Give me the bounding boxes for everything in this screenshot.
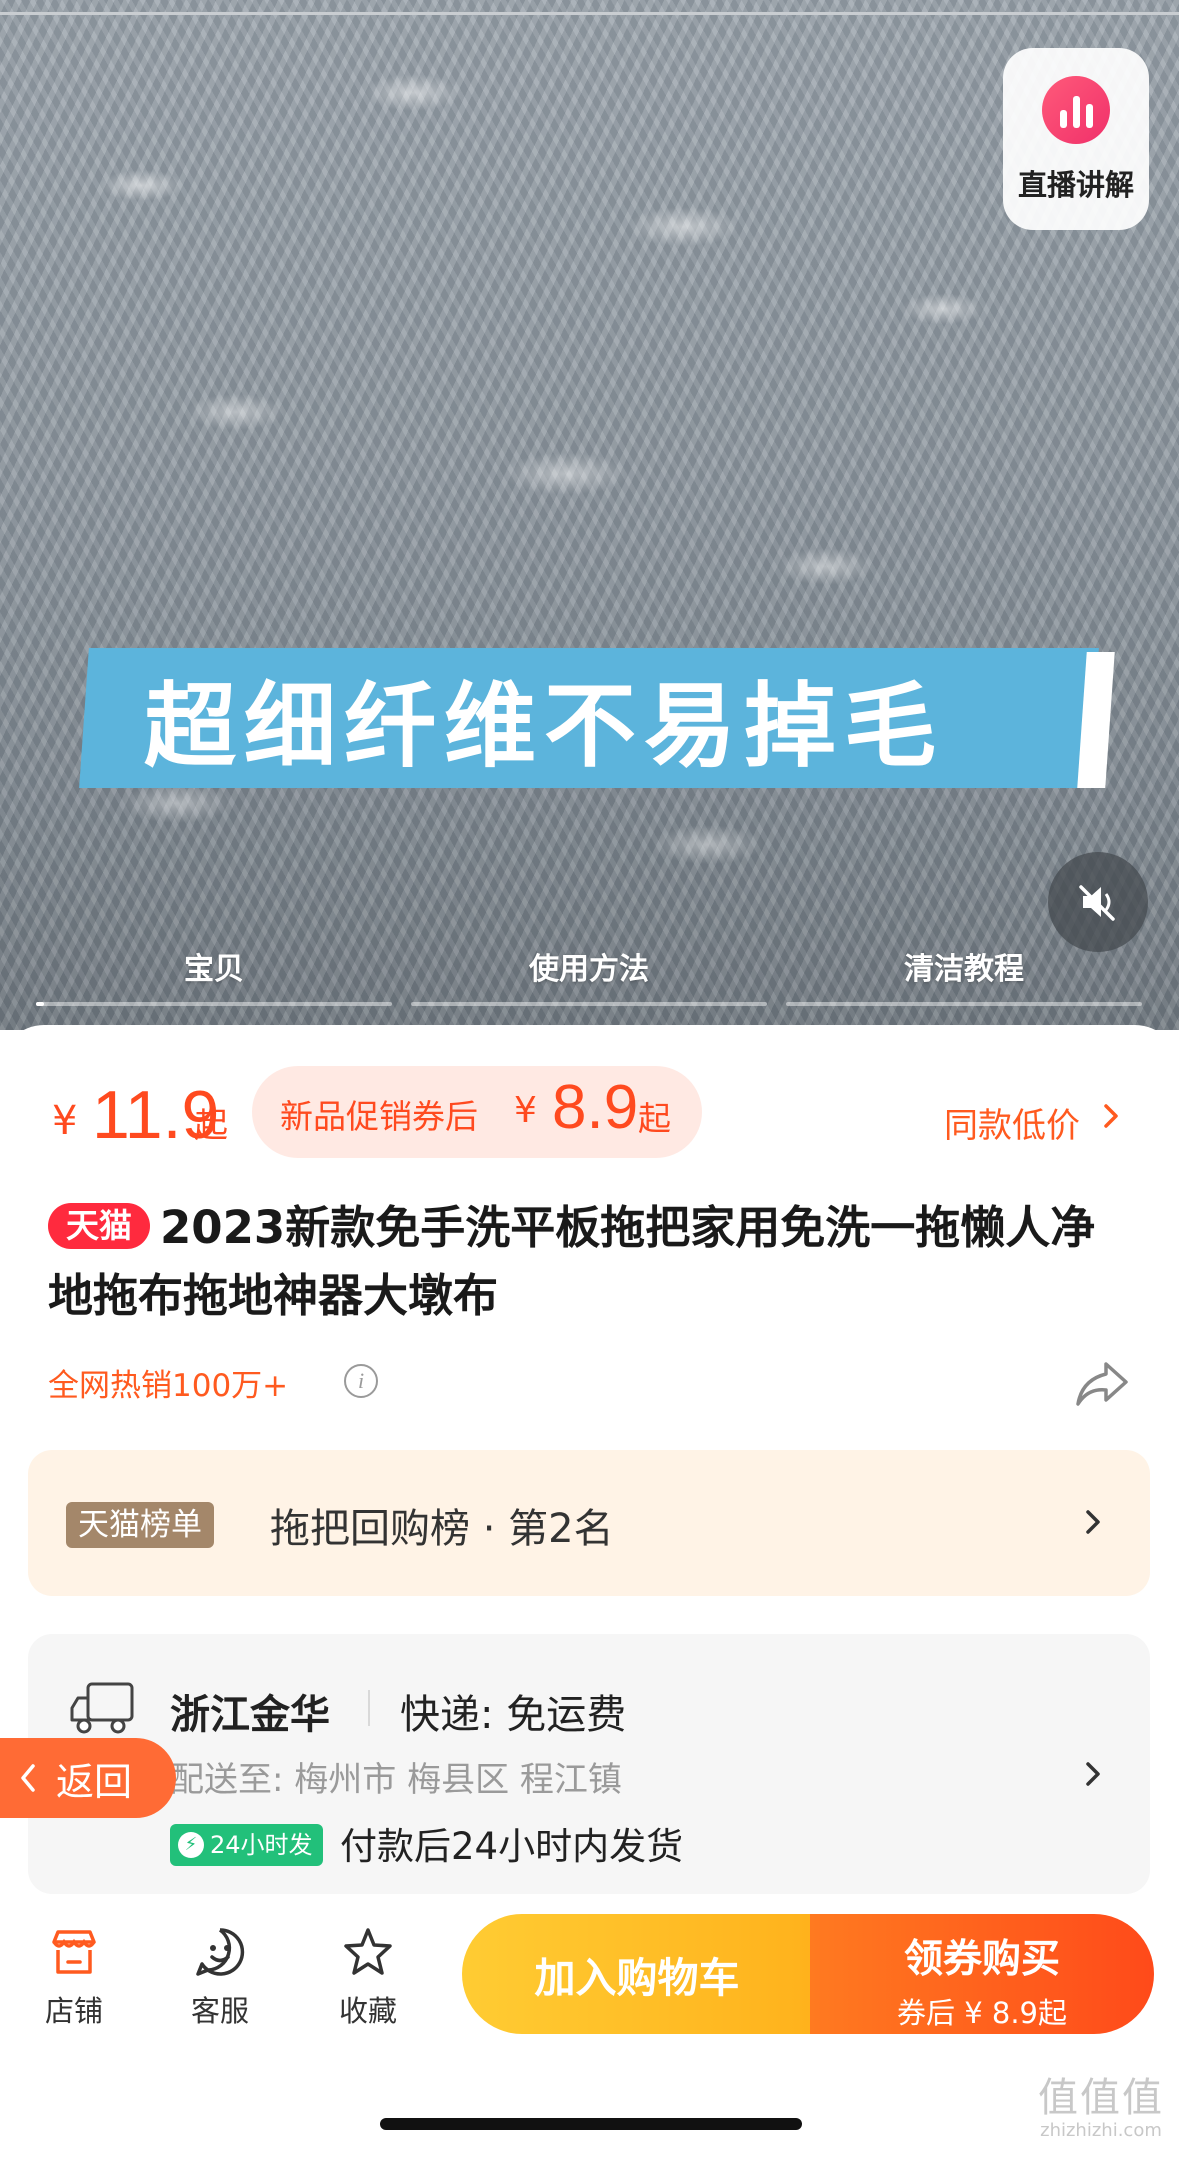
product-title-text: 2023新款免手洗平板拖把家用免洗一拖懒人净地拖布拖地神器大墩布 <box>48 1201 1096 1322</box>
favorite-button[interactable]: 收藏 <box>318 1924 418 2030</box>
media-tab-progress <box>786 1002 1142 1006</box>
media-tabs: 宝贝 使用方法 清洁教程 <box>0 944 1179 1006</box>
tmall-badge: 天猫 <box>48 1203 150 1249</box>
chevron-right-icon <box>1086 1762 1100 1786</box>
watermark-logo: 值值值 <box>1038 2075 1164 2121</box>
ranking-card[interactable]: 天猫榜单 拖把回购榜 · 第2名 <box>28 1450 1150 1596</box>
favorite-label: 收藏 <box>338 1994 397 2028</box>
same-low-price-link[interactable]: 同款低价 <box>944 1098 1080 1147</box>
sales-count: 全网热销100万+ <box>48 1368 289 1404</box>
info-icon[interactable]: i <box>344 1364 378 1398</box>
store-icon <box>52 1930 96 1974</box>
media-tab-label: 清洁教程 <box>904 952 1024 987</box>
add-to-cart-button[interactable]: 加入购物车 <box>462 1914 812 2034</box>
ranking-text: 拖把回购榜 · 第2名 <box>270 1506 614 1552</box>
live-stream-icon <box>1042 76 1110 144</box>
media-tab-label: 宝贝 <box>184 952 244 987</box>
share-icon[interactable] <box>1072 1358 1132 1410</box>
24h-shipping-badge: ⚡ 24小时发 <box>170 1824 323 1866</box>
coupon-buy-button[interactable]: 领券购买 券后 ¥ 8.9起 <box>810 1914 1154 2034</box>
media-tab-progress <box>411 1002 767 1006</box>
tmall-ranking-badge: 天猫榜单 <box>66 1502 214 1548</box>
delivery-destination: 配送至: 梅州市 梅县区 程江镇 <box>170 1760 622 1800</box>
chevron-right-icon <box>1104 1104 1118 1128</box>
buy-sub-label: 券后 ¥ 8.9起 <box>896 1996 1067 2030</box>
product-title: 天猫 2023新款免手洗平板拖把家用免洗一拖懒人净地拖布拖地神器大墩布 <box>48 1194 1138 1330</box>
mute-button[interactable] <box>1048 852 1148 952</box>
ship-origin: 浙江金华 <box>170 1692 330 1738</box>
watermark-url: zhizhizhi.com <box>1040 2120 1162 2141</box>
chevron-right-icon <box>1086 1510 1100 1534</box>
promo-currency: ¥ <box>514 1090 537 1131</box>
buy-label: 领券购买 <box>903 1937 1060 1982</box>
media-tab-label: 使用方法 <box>529 952 649 987</box>
store-button[interactable]: 店铺 <box>24 1924 124 2030</box>
price-suffix: 起 <box>194 1106 228 1146</box>
media-tab-item[interactable]: 宝贝 <box>36 944 392 1006</box>
promo-suffix: 起 <box>638 1099 671 1138</box>
live-explain-label: 直播讲解 <box>1017 168 1134 202</box>
store-label: 店铺 <box>44 1994 103 2028</box>
chevron-left-icon <box>21 1764 35 1792</box>
truck-icon <box>70 1682 134 1734</box>
service-label: 客服 <box>190 1994 249 2028</box>
live-explain-button[interactable]: 直播讲解 <box>1003 48 1149 230</box>
price-currency: ¥ <box>52 1098 78 1144</box>
shipping-fee: 快递: 免运费 <box>400 1692 627 1738</box>
customer-service-button[interactable]: 客服 <box>170 1924 270 2030</box>
divider <box>368 1690 370 1726</box>
site-watermark: 值值值 zhizhizhi.com <box>1026 2078 1176 2140</box>
media-tab-progress <box>36 1002 392 1006</box>
product-media-viewer[interactable]: 直播讲解 超细纤维不易掉毛 宝贝 使用方法 清洁教程 <box>0 0 1179 1030</box>
star-icon <box>344 1928 392 1975</box>
media-top-line <box>0 12 1179 15</box>
service-face-icon <box>196 1928 245 1976</box>
promo-price-value: 8.9 <box>552 1073 639 1142</box>
promo-price-pill[interactable]: 新品促销券后 ¥ 8.9 起 <box>252 1066 702 1158</box>
media-tab-cleaning[interactable]: 清洁教程 <box>786 944 1142 1006</box>
home-indicator[interactable] <box>380 2118 802 2130</box>
promo-label: 新品促销券后 <box>280 1097 478 1136</box>
back-label: 返回 <box>56 1759 133 1804</box>
media-tab-usage[interactable]: 使用方法 <box>411 944 767 1006</box>
price-row: ¥ 11.9 起 新品促销券后 ¥ 8.9 起 同款低价 <box>52 1066 1152 1162</box>
24h-badge-label: 24小时发 <box>210 1831 313 1859</box>
shipping-promise: 付款后24小时内发货 <box>340 1825 684 1868</box>
lightning-icon: ⚡ <box>178 1832 204 1858</box>
speaker-muted-icon <box>1079 885 1115 921</box>
shipping-card[interactable]: 浙江金华 快递: 免运费 配送至: 梅州市 梅县区 程江镇 ⚡ 24小时发 付款… <box>28 1634 1150 1894</box>
back-button[interactable]: 返回 <box>0 1738 176 1818</box>
caption-banner-text: 超细纤维不易掉毛 <box>144 672 945 780</box>
